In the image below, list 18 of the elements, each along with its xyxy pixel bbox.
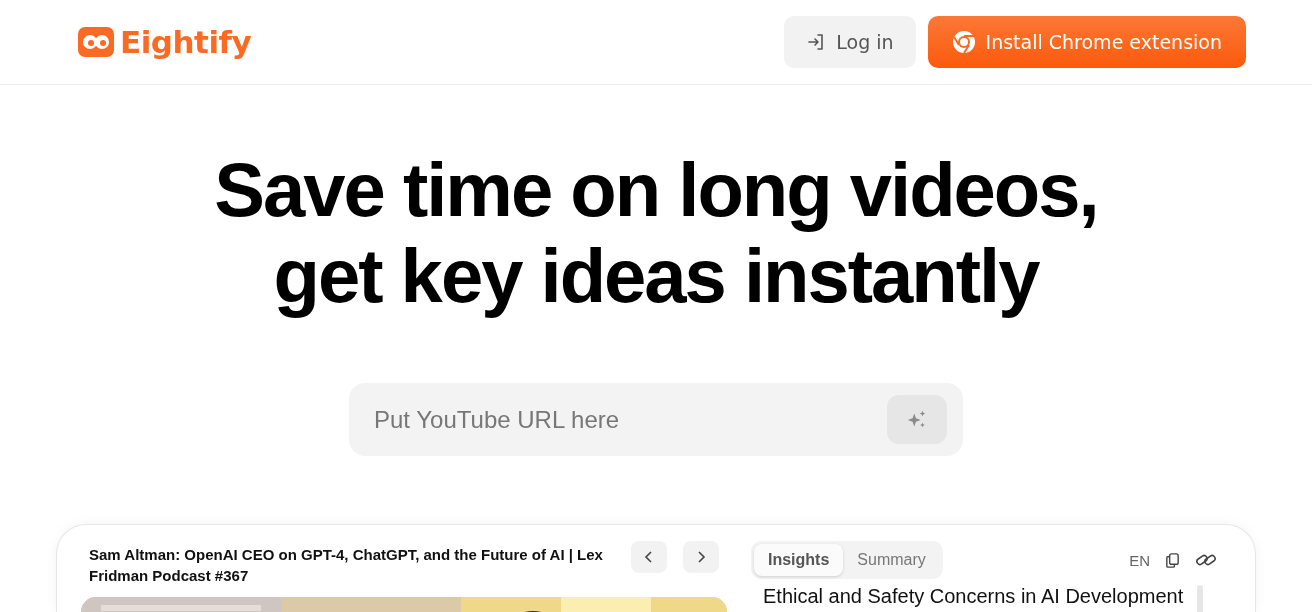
copy-icon <box>1164 551 1181 569</box>
video-title: Sam Altman: OpenAI CEO on GPT-4, ChatGPT, and the Future of AI | Lex Fridman Podcast #367 <box>89 545 604 586</box>
language-button[interactable]: EN <box>1127 549 1152 571</box>
insight-heading: Ethical and Safety Concerns in AI Development <box>763 585 1184 609</box>
chevron-right-icon <box>695 549 707 565</box>
headline: Save time on long videos, <box>214 147 1098 233</box>
logo-icon[interactable] <box>78 27 114 57</box>
next-button[interactable] <box>683 541 719 573</box>
url-input-field[interactable]: Put YouTube URL here <box>372 404 887 435</box>
login-button[interactable]: Log in <box>784 16 916 68</box>
tab[interactable]: Summary <box>843 544 940 576</box>
chrome-icon <box>951 30 976 54</box>
previous-button[interactable] <box>631 541 667 573</box>
generate-button[interactable] <box>887 395 947 444</box>
search-bar[interactable]: Put YouTube URL here <box>349 383 963 456</box>
tab[interactable]: Insights <box>754 544 844 576</box>
chevron-left-icon <box>643 549 655 565</box>
headline: get key ideas instantly <box>273 233 1039 319</box>
